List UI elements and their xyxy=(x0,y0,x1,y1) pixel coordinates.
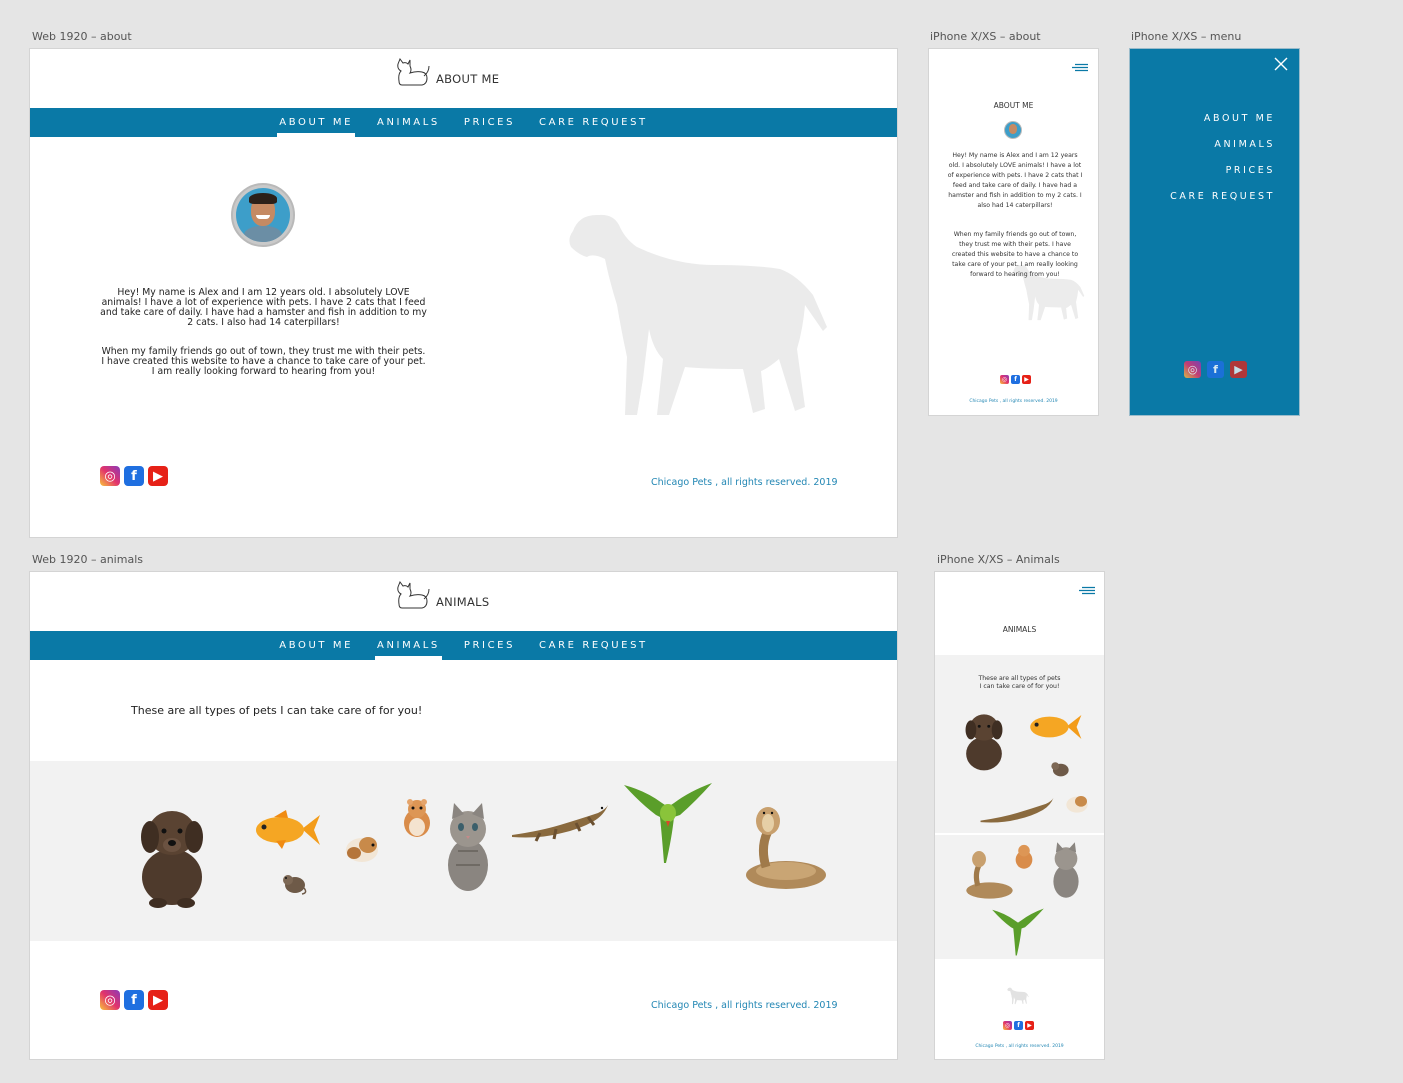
rat-image xyxy=(1051,762,1069,777)
nav-item-about-me[interactable]: ABOUT ME xyxy=(277,640,355,651)
animals-intro-line-1: These are all types of pets xyxy=(978,675,1061,682)
web-animals-artboard: ANIMALS ABOUT ME ANIMALS PRICES CARE REQ… xyxy=(29,571,898,1060)
goldfish-image xyxy=(256,810,320,849)
animals-gallery-top: These are all types of pets I can take c… xyxy=(935,655,1104,833)
cat-logo-icon[interactable] xyxy=(394,57,430,88)
menu-item-about-me[interactable]: ABOUT ME xyxy=(1170,106,1275,132)
iphone-menu-artboard: ABOUT ME ANIMALS PRICES CARE REQUEST ◎ f… xyxy=(1129,48,1300,416)
instagram-icon[interactable]: ◎ xyxy=(1003,1021,1012,1030)
hamster-image xyxy=(404,799,430,837)
menu-item-prices[interactable]: PRICES xyxy=(1170,158,1275,184)
guinea-pig-image xyxy=(1066,796,1088,813)
avatar xyxy=(1004,121,1022,139)
animals-intro: These are all types of pets I can take c… xyxy=(935,675,1104,691)
nav-item-about-me[interactable]: ABOUT ME xyxy=(277,117,355,137)
youtube-icon[interactable]: ▶ xyxy=(148,466,168,486)
page-title: ABOUT ME xyxy=(436,72,500,86)
hamster-image xyxy=(1015,844,1033,869)
footer-copyright: Chicago Pets , all rights reserved. 2019 xyxy=(651,477,838,488)
artboard-label-iphone-animals: iPhone X/XS – Animals xyxy=(937,553,1060,566)
goldfish-image xyxy=(1030,715,1082,739)
social-links: ◎ f ▶ xyxy=(1000,375,1031,384)
facebook-icon[interactable]: f xyxy=(1011,375,1020,384)
kitten-image xyxy=(1053,842,1079,898)
hamburger-menu-icon[interactable] xyxy=(1071,57,1089,72)
nav-item-animals[interactable]: ANIMALS xyxy=(375,640,442,660)
social-links: ◎ f ▶ xyxy=(100,990,168,1010)
dog-silhouette-image xyxy=(1007,986,1031,1006)
nav-item-prices[interactable]: PRICES xyxy=(462,640,517,651)
hamburger-menu-icon[interactable] xyxy=(1078,580,1096,595)
parrot-image xyxy=(992,908,1044,956)
avatar xyxy=(231,183,295,247)
about-paragraph-2: When my family friends go out of town, t… xyxy=(951,231,1079,278)
artboard-label-web-about: Web 1920 – about xyxy=(32,30,132,43)
about-paragraph-2: When my family friends go out of town, t… xyxy=(101,346,426,378)
rat-image xyxy=(283,875,307,895)
social-links: ◎ f ▶ xyxy=(1184,361,1247,378)
instagram-icon[interactable]: ◎ xyxy=(100,990,120,1010)
cobra-image xyxy=(746,807,826,889)
page-title: ABOUT ME xyxy=(993,101,1034,110)
page-title: ANIMALS xyxy=(436,595,490,609)
web-about-artboard: ABOUT ME ABOUT ME ANIMALS PRICES CARE RE… xyxy=(29,48,898,538)
artboard-label-iphone-menu: iPhone X/XS – menu xyxy=(1131,30,1242,43)
mobile-menu: ABOUT ME ANIMALS PRICES CARE REQUEST xyxy=(1170,106,1275,210)
iphone-animals-artboard: ANIMALS These are all types of pets I ca… xyxy=(934,571,1105,1060)
footer-copyright: Chicago Pets , all rights reserved. 2019 xyxy=(969,399,1058,404)
iphone-about-artboard: ABOUT ME Hey! My name is Alex and I am 1… xyxy=(928,48,1099,416)
dog-silhouette-image xyxy=(565,209,855,424)
parrot-image xyxy=(624,783,712,863)
youtube-icon[interactable]: ▶ xyxy=(148,990,168,1010)
nav-item-care-request[interactable]: CARE REQUEST xyxy=(537,117,650,128)
cat-logo-icon[interactable] xyxy=(394,580,430,611)
animals-intro: These are all types of pets I can take c… xyxy=(131,704,423,717)
nav-item-care-request[interactable]: CARE REQUEST xyxy=(537,640,650,651)
facebook-icon[interactable]: f xyxy=(1207,361,1224,378)
facebook-icon[interactable]: f xyxy=(124,466,144,486)
about-paragraph-1: Hey! My name is Alex and I am 12 years o… xyxy=(947,152,1083,209)
youtube-icon[interactable]: ▶ xyxy=(1025,1021,1034,1030)
animals-intro-line-2: I can take care of for you! xyxy=(979,683,1060,690)
nav-item-animals[interactable]: ANIMALS xyxy=(375,117,442,128)
lizard-image xyxy=(980,797,1054,823)
instagram-icon[interactable]: ◎ xyxy=(1000,375,1009,384)
artboard-label-iphone-about: iPhone X/XS – about xyxy=(930,30,1041,43)
guinea-pig-image xyxy=(346,837,378,862)
youtube-icon[interactable]: ▶ xyxy=(1022,375,1031,384)
lizard-image xyxy=(512,805,608,842)
puppy-image xyxy=(965,714,1003,771)
social-links: ◎ f ▶ xyxy=(100,466,168,486)
animals-gallery xyxy=(30,761,897,941)
about-paragraph-1: Hey! My name is Alex and I am 12 years o… xyxy=(100,287,427,329)
footer-copyright: Chicago Pets , all rights reserved. 2019 xyxy=(651,1000,838,1011)
menu-item-care-request[interactable]: CARE REQUEST xyxy=(1170,184,1275,210)
youtube-icon[interactable]: ▶ xyxy=(1230,361,1247,378)
artboard-label-web-animals: Web 1920 – animals xyxy=(32,553,143,566)
instagram-icon[interactable]: ◎ xyxy=(1184,361,1201,378)
animals-gallery-bottom xyxy=(935,835,1104,959)
instagram-icon[interactable]: ◎ xyxy=(100,466,120,486)
close-icon[interactable] xyxy=(1274,56,1288,71)
main-nav: ABOUT ME ANIMALS PRICES CARE REQUEST xyxy=(30,631,897,660)
kitten-image xyxy=(448,803,488,891)
facebook-icon[interactable]: f xyxy=(1014,1021,1023,1030)
social-links: ◎ f ▶ xyxy=(1003,1021,1034,1030)
page-title: ANIMALS xyxy=(1002,625,1037,634)
cobra-image xyxy=(966,851,1013,899)
menu-item-animals[interactable]: ANIMALS xyxy=(1170,132,1275,158)
footer-copyright: Chicago Pets , all rights reserved. 2019 xyxy=(975,1044,1064,1049)
puppy-image xyxy=(141,811,203,908)
nav-item-prices[interactable]: PRICES xyxy=(462,117,517,128)
main-nav: ABOUT ME ANIMALS PRICES CARE REQUEST xyxy=(30,108,897,137)
facebook-icon[interactable]: f xyxy=(124,990,144,1010)
